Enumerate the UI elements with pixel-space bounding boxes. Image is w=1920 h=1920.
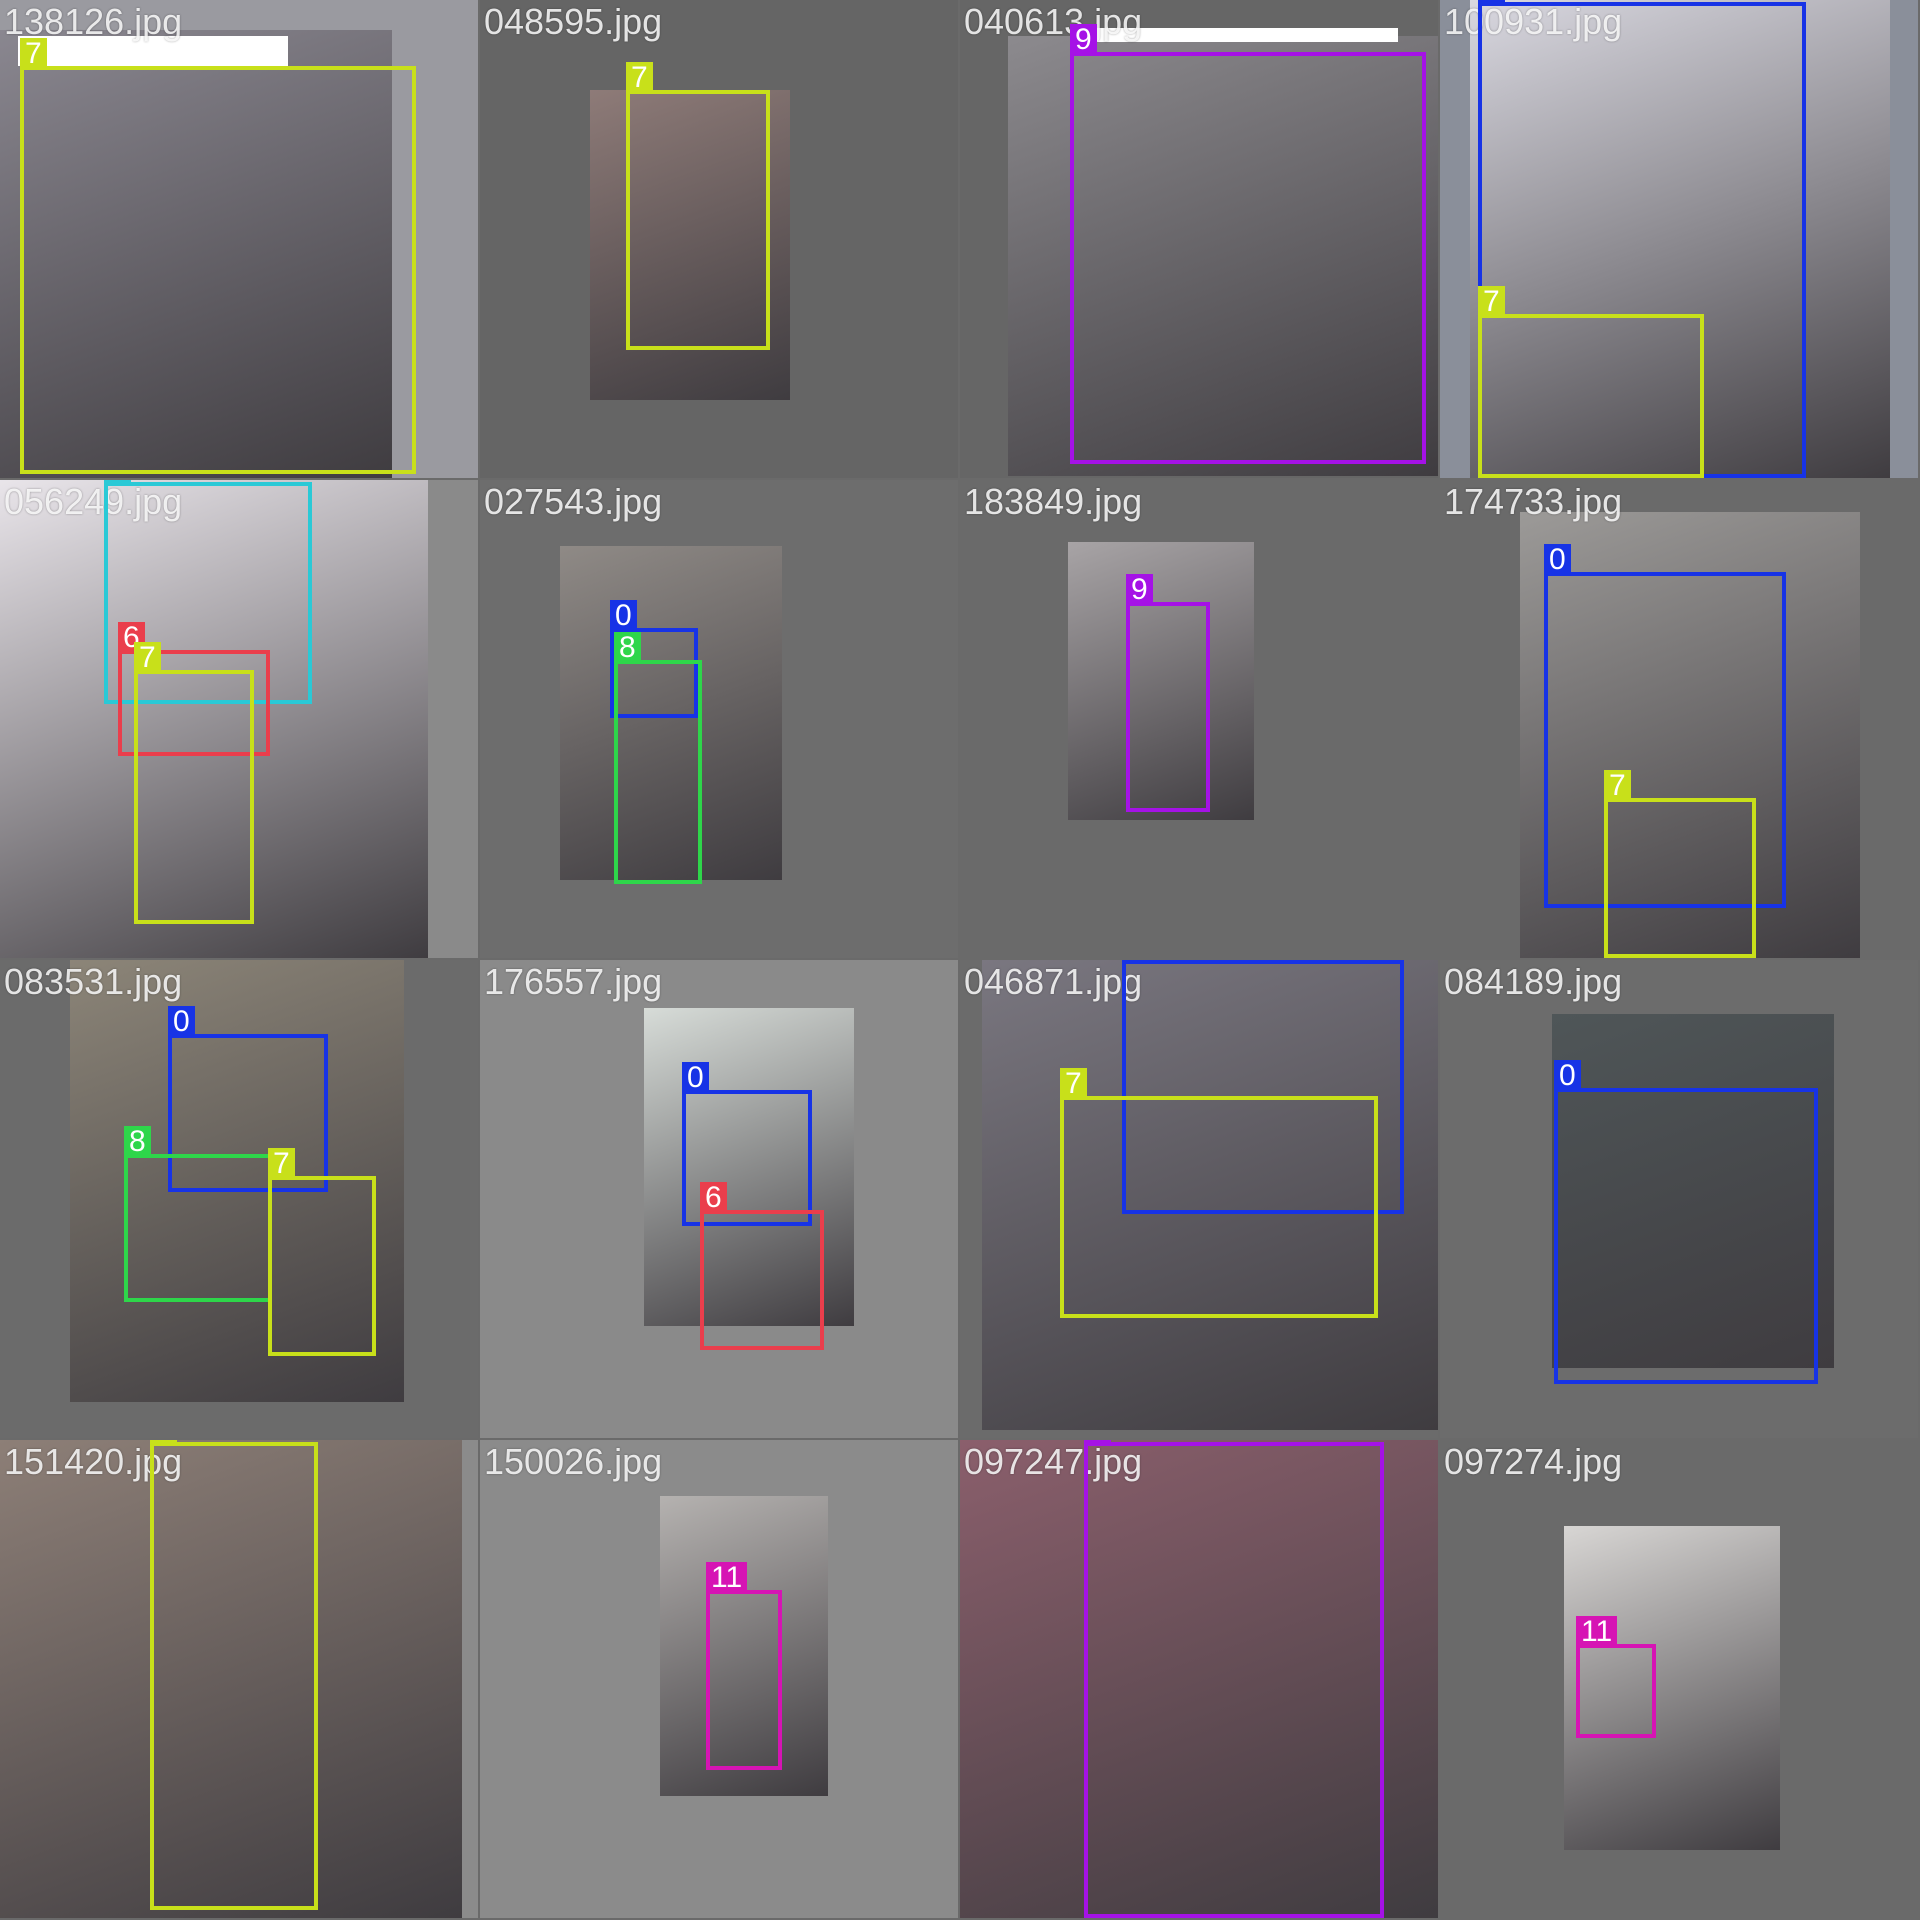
class-label: 0 bbox=[1554, 1060, 1581, 1092]
bounding-box: 11 bbox=[706, 1562, 782, 1770]
image-tile: 100931.jpg07 bbox=[1440, 0, 1918, 478]
class-label: 6 bbox=[700, 1182, 727, 1214]
bounding-box: 7 bbox=[268, 1148, 376, 1356]
image-tile: 056249.jpg167 bbox=[0, 480, 478, 958]
class-label: 11 bbox=[706, 1562, 748, 1594]
image-tile: 151420.jpg7 bbox=[0, 1440, 478, 1918]
class-label: 0 bbox=[1544, 544, 1571, 576]
class-label: 9 bbox=[1126, 574, 1153, 606]
class-label: 0 bbox=[682, 1062, 709, 1094]
bounding-box: 7 bbox=[626, 62, 770, 350]
image-tile: 176557.jpg 0 6 bbox=[480, 960, 958, 1438]
class-label: 0 bbox=[168, 1006, 195, 1038]
class-label: 7 bbox=[134, 642, 161, 674]
image-tile: 046871.jpg07 bbox=[960, 960, 1438, 1438]
bounding-box: 7 bbox=[20, 38, 416, 474]
class-label: 8 bbox=[614, 632, 641, 664]
class-label: 9 bbox=[1084, 1440, 1111, 1446]
image-tile: 083531.jpg 0 8 7 bbox=[0, 960, 478, 1438]
bounding-box: 0 bbox=[1554, 1060, 1818, 1384]
image-tile: 138126.jpg 7 bbox=[0, 0, 478, 478]
image-tile: 174733.jpg 0 7 bbox=[1440, 480, 1918, 958]
bounding-box: 7 bbox=[1478, 286, 1704, 478]
bounding-box: 9 bbox=[1070, 24, 1426, 464]
class-label: 0 bbox=[1478, 0, 1505, 6]
class-label: 7 bbox=[1060, 1068, 1087, 1100]
image-tile: 183849.jpg 9 bbox=[960, 480, 1438, 958]
class-label: 7 bbox=[268, 1148, 295, 1180]
bounding-box: 11 bbox=[1576, 1616, 1656, 1738]
image-tile: 027543.jpg 0 8 bbox=[480, 480, 958, 958]
class-label: 0 bbox=[610, 600, 637, 632]
bounding-box: 6 bbox=[700, 1182, 824, 1350]
class-label: 7 bbox=[1604, 770, 1631, 802]
class-label: 7 bbox=[20, 38, 47, 70]
bounding-box: 9 bbox=[1084, 1440, 1384, 1918]
class-label: 7 bbox=[1478, 286, 1505, 318]
bounding-box: 7 bbox=[1604, 770, 1756, 958]
photo-white-region bbox=[18, 36, 288, 66]
image-tile: 084189.jpg 0 bbox=[1440, 960, 1918, 1438]
class-label: 8 bbox=[124, 1126, 151, 1158]
bounding-box: 8 bbox=[614, 632, 702, 884]
class-label: 0 bbox=[1122, 960, 1149, 964]
image-tile: 150026.jpg 11 bbox=[480, 1440, 958, 1918]
detection-mosaic: 138126.jpg 7 048595.jpg 7 040613.jpg 9 100931.… bbox=[0, 0, 1920, 1920]
class-label: 11 bbox=[1576, 1616, 1618, 1648]
class-label: 7 bbox=[150, 1440, 177, 1446]
bounding-box: 7 bbox=[1060, 1068, 1378, 1318]
bounding-box: 9 bbox=[1126, 574, 1210, 812]
image-tile: 040613.jpg 9 bbox=[960, 0, 1438, 478]
image-tile: 097247.jpg9 bbox=[960, 1440, 1438, 1918]
bounding-box: 8 bbox=[124, 1126, 272, 1302]
bounding-box: 7 bbox=[134, 642, 254, 924]
class-label: 1 bbox=[104, 480, 131, 486]
class-label: 7 bbox=[626, 62, 653, 94]
image-tile: 048595.jpg 7 bbox=[480, 0, 958, 478]
image-tile: 097274.jpg 11 bbox=[1440, 1440, 1918, 1918]
photo-white-region bbox=[1080, 28, 1398, 42]
bounding-box: 7 bbox=[150, 1440, 318, 1910]
class-label: 9 bbox=[1070, 24, 1097, 56]
